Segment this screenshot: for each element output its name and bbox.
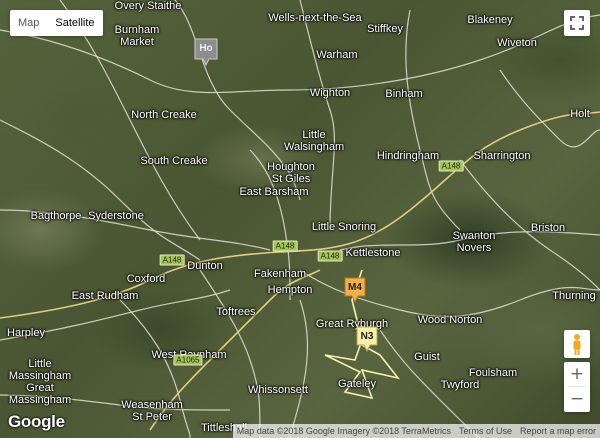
- terms-of-use-link[interactable]: Terms of Use: [455, 424, 516, 438]
- pegman-icon: [573, 334, 581, 355]
- place-label: Blakeney: [467, 14, 513, 26]
- place-label: Kettlestone: [345, 247, 401, 259]
- minus-icon: −: [569, 389, 585, 409]
- map-marker-n3[interactable]: N3: [356, 326, 378, 357]
- zoom-control: + −: [564, 362, 590, 412]
- place-label: South Creake: [140, 155, 208, 167]
- place-label: Overy Staithe: [114, 0, 182, 12]
- google-logo: Google: [8, 412, 65, 431]
- road-sign: A148: [438, 160, 464, 172]
- fullscreen-icon: [570, 16, 584, 30]
- place-label: Wighton: [309, 87, 351, 99]
- map-type-map-button[interactable]: Map: [10, 10, 47, 36]
- map-type-satellite-button[interactable]: Satellite: [47, 10, 102, 36]
- map-pin[interactable]: Ho: [193, 37, 219, 72]
- place-label: Sharrington: [473, 150, 531, 162]
- place-label: Foulsham: [468, 367, 518, 379]
- place-label: Toftrees: [216, 306, 256, 318]
- road-sign: A148: [159, 254, 185, 266]
- satellite-map[interactable]: Overy Staithe Burnham Market Wells-next-…: [0, 0, 600, 438]
- road-sign: A148: [317, 250, 343, 262]
- place-label: Houghton St Giles: [267, 161, 315, 185]
- place-label: Briston: [530, 222, 566, 234]
- place-label: Burnham Market: [114, 24, 160, 48]
- plus-icon: +: [569, 364, 585, 384]
- road-sign: A148: [272, 240, 298, 252]
- place-label: Weasenham St Peter: [121, 399, 183, 423]
- place-label: Great Massingham: [8, 382, 72, 406]
- map-type-control: Map Satellite: [10, 10, 103, 36]
- place-label: Binham: [385, 88, 423, 100]
- marker-label: N3: [360, 331, 374, 342]
- place-label: East Rudham: [71, 290, 139, 302]
- place-label: Hindringham: [376, 150, 440, 162]
- place-label: Wood Norton: [417, 314, 483, 326]
- pin-label: Ho: [199, 43, 213, 54]
- place-label: Wells-next-the-Sea: [268, 12, 362, 24]
- place-label: North Creake: [131, 109, 197, 121]
- place-label: Syderstone: [88, 210, 144, 222]
- marker-label: M4: [348, 282, 362, 293]
- road-sign: A1065: [173, 354, 203, 366]
- map-marker-m4[interactable]: M4: [344, 277, 366, 308]
- place-label: Twyford: [440, 379, 480, 391]
- place-label: Holt: [570, 108, 590, 120]
- place-label: Gateley: [338, 378, 376, 390]
- street-view-button[interactable]: [564, 330, 590, 358]
- fullscreen-button[interactable]: [564, 10, 590, 36]
- place-label: Guist: [414, 351, 440, 363]
- place-label: Fakenham: [254, 268, 306, 280]
- zoom-out-button[interactable]: −: [564, 387, 590, 411]
- place-label: Warham: [316, 49, 358, 61]
- map-data-attribution: Map data ©2018 Google Imagery ©2018 Terr…: [236, 426, 451, 436]
- attribution-bar: Map data ©2018 Google Imagery ©2018 Terr…: [232, 424, 600, 438]
- place-label: Little Walsingham: [284, 129, 345, 153]
- place-label: East Barsham: [239, 186, 309, 198]
- place-label: Wiveton: [497, 37, 537, 49]
- place-label: Harpley: [7, 327, 45, 339]
- place-label: Stiffkey: [367, 23, 403, 35]
- place-label: Little Massingham: [8, 358, 72, 382]
- place-label: Hempton: [267, 284, 313, 296]
- place-label: Dunton: [187, 260, 223, 272]
- report-map-error-link[interactable]: Report a map error: [516, 424, 600, 438]
- place-label: Whissonsett: [248, 384, 308, 396]
- place-label: Coxford: [126, 273, 166, 285]
- zoom-in-button[interactable]: +: [564, 362, 590, 386]
- place-label: Bagthorpe: [30, 210, 82, 222]
- place-label: Swanton Novers: [452, 230, 496, 254]
- place-label: Little Snoring: [311, 221, 377, 233]
- place-label: Thurning: [552, 290, 596, 302]
